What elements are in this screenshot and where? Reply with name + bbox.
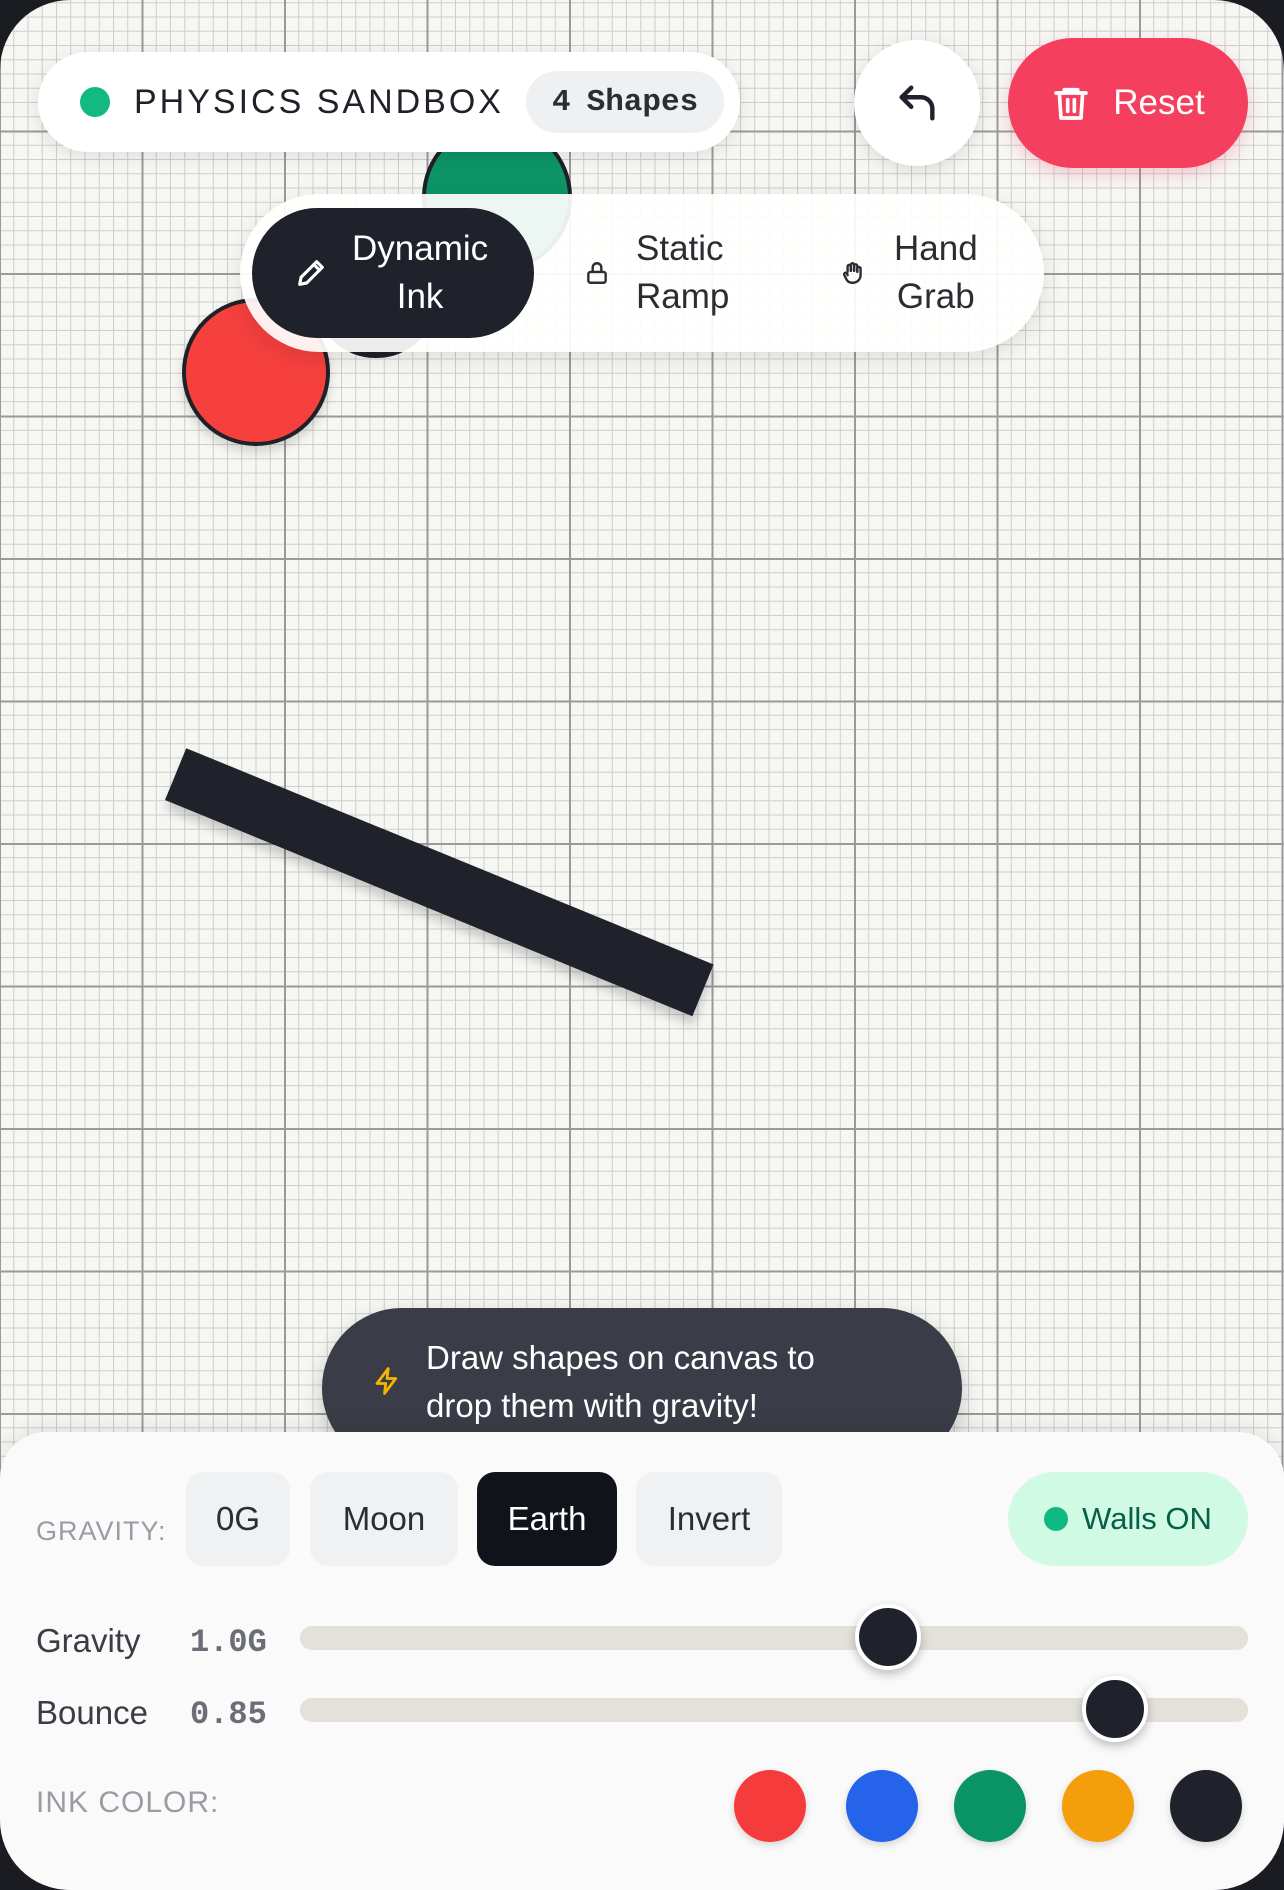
gravity-slider-value: 1.0G [190, 1624, 267, 1661]
tool-label: Dynamic Ink [352, 225, 488, 321]
bounce-slider[interactable] [300, 1676, 1248, 1742]
shape-count-badge: 4 Shapes [525, 71, 725, 133]
tool-label: Static Ramp [636, 225, 729, 321]
gravity-preset-earth[interactable]: Earth [477, 1472, 617, 1566]
control-panel: GRAVITY: 0G Moon Earth Invert Walls ON G… [0, 1432, 1284, 1890]
lightning-icon [375, 1367, 398, 1395]
undo-arrow-icon [899, 85, 935, 121]
ink-swatch-dark[interactable] [1170, 1770, 1242, 1842]
reset-button[interactable]: Reset [1008, 38, 1248, 168]
tool-label: Hand Grab [894, 225, 978, 321]
tool-label-line: Hand [894, 229, 978, 268]
ink-swatch-green[interactable] [954, 1770, 1026, 1842]
tool-dynamic-ink[interactable]: Dynamic Ink [252, 208, 534, 338]
app-title: PHYSICS SANDBOX [134, 82, 504, 121]
hint-text: Draw shapes on canvas to drop them with … [426, 1334, 926, 1430]
ink-swatch-red[interactable] [734, 1770, 806, 1842]
walls-status-dot [1044, 1507, 1069, 1531]
pencil-icon [298, 260, 324, 286]
tool-label-line: Ramp [636, 277, 730, 316]
gravity-preset-invert[interactable]: Invert [636, 1472, 782, 1566]
tool-label-line: Dynamic [352, 229, 489, 268]
gravity-slider-label: Gravity [36, 1622, 141, 1659]
tool-hand-grab[interactable]: Hand Grab [840, 208, 1040, 338]
hand-icon [842, 262, 862, 284]
ink-color-caption: INK COLOR: [36, 1786, 220, 1819]
static-ramp-shape[interactable] [165, 748, 714, 1017]
shape-count: 4 [551, 84, 571, 120]
gravity-preset-moon[interactable]: Moon [310, 1472, 458, 1566]
tool-label-line: Ink [396, 277, 444, 316]
undo-button[interactable] [854, 40, 980, 166]
status-dot [80, 87, 110, 117]
tool-label-line: Grab [896, 277, 975, 316]
tool-static-ramp[interactable]: Static Ramp [584, 208, 784, 338]
gravity-caption: GRAVITY: [36, 1516, 167, 1546]
hint-line: drop them with gravity! [426, 1387, 758, 1424]
bounce-slider-thumb[interactable] [1082, 1676, 1149, 1742]
hint-line: Draw shapes on canvas to [426, 1339, 815, 1376]
gravity-slider[interactable] [300, 1604, 1248, 1670]
lock-icon [587, 262, 607, 284]
reset-label: Reset [1113, 83, 1205, 122]
header-bar: PHYSICS SANDBOX 4 Shapes [38, 52, 740, 152]
tool-label-line: Static [636, 229, 724, 268]
ink-swatch-blue[interactable] [846, 1770, 918, 1842]
bounce-slider-label: Bounce [36, 1694, 148, 1731]
sandbox-screen: PHYSICS SANDBOX 4 Shapes Reset Dynamic I… [0, 0, 1284, 1890]
gravity-slider-thumb[interactable] [854, 1604, 921, 1670]
walls-toggle[interactable]: Walls ON [1008, 1472, 1248, 1566]
trash-icon [1054, 87, 1089, 120]
tool-selector: Dynamic Ink Static Ramp Hand Grab [240, 194, 1044, 352]
bounce-slider-value: 0.85 [190, 1696, 267, 1733]
walls-label: Walls ON [1082, 1501, 1212, 1536]
ink-swatch-orange[interactable] [1062, 1770, 1134, 1842]
shape-count-label: Shapes [586, 84, 699, 120]
gravity-preset-0g[interactable]: 0G [186, 1472, 290, 1566]
